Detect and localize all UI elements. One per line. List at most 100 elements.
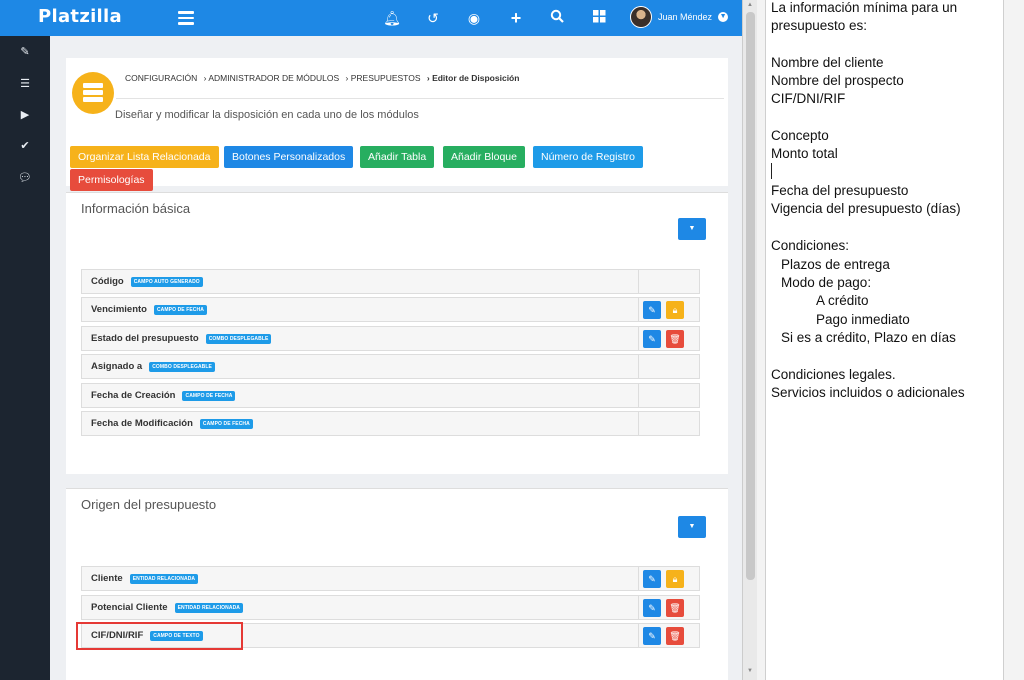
edit-icon[interactable]: ✎: [17, 44, 33, 60]
block-options-dropdown[interactable]: ▼: [678, 516, 706, 538]
field-row[interactable]: Asignado a COMBO DESPLEGABLE: [81, 354, 700, 379]
field-label: Vencimiento: [91, 304, 147, 315]
custom-buttons-button[interactable]: Botones Personalizados: [224, 146, 354, 168]
lock-icon[interactable]: 🔒︎: [666, 570, 684, 588]
breadcrumb-config[interactable]: CONFIGURACIÓN: [125, 73, 197, 83]
app-window: Platzilla 🔔︎ ↺ ◉ + Juan Méndez ▼ ✎ ☰ ▶ ✔…: [0, 0, 742, 680]
module-logo-icon: [72, 72, 114, 114]
note-line: Servicios incluidos o adicionales: [771, 385, 965, 400]
note-line: Si es a crédito, Plazo en días: [781, 330, 956, 345]
chat-icon[interactable]: 💬︎: [17, 170, 33, 186]
play-icon[interactable]: ▶: [17, 107, 33, 123]
divider: [116, 98, 724, 99]
lock-icon[interactable]: 🔒︎: [666, 301, 684, 319]
window-splitter[interactable]: [757, 0, 766, 680]
scrollbar[interactable]: ▲ ▼: [742, 0, 757, 680]
field-type-badge: CAMPO DE FECHA: [182, 390, 236, 401]
field-label: Estado del presupuesto: [91, 333, 199, 344]
field-label: Fecha de Modificación: [91, 418, 193, 429]
field-label: Asignado a: [91, 361, 143, 372]
note-line: CIF/DNI/RIF: [771, 91, 846, 106]
list-icon[interactable]: ☰: [17, 76, 33, 92]
page-description: Diseñar y modificar la disposición en ca…: [115, 109, 419, 121]
edit-field-icon[interactable]: ✎: [643, 570, 661, 588]
trash-icon[interactable]: 🗑︎: [666, 627, 684, 645]
field-type-badge: CAMPO DE FECHA: [199, 418, 253, 429]
note-line: Nombre del cliente: [771, 55, 884, 70]
menu-toggle-icon[interactable]: [178, 11, 194, 25]
breadcrumb: CONFIGURACIÓN › ADMINISTRADOR DE MÓDULOS…: [125, 73, 523, 83]
eye-icon[interactable]: ◉: [465, 9, 483, 27]
field-label: Código: [91, 276, 124, 287]
field-row[interactable]: Fecha de Creación CAMPO DE FECHA: [81, 383, 700, 408]
sidebar: ✎ ☰ ▶ ✔ 💬︎: [0, 36, 50, 680]
field-row[interactable]: Código CAMPO AUTO GENERADO: [81, 269, 700, 294]
note-line: Monto total: [771, 146, 838, 161]
field-type-badge: COMBO DESPLEGABLE: [205, 333, 272, 344]
window-background: [1004, 0, 1024, 680]
notes-editor[interactable]: La información mínima para un presupuest…: [766, 0, 1004, 680]
add-table-button[interactable]: Añadir Tabla: [360, 146, 435, 168]
history-icon[interactable]: ↺: [424, 9, 442, 27]
field-row[interactable]: Potencial Cliente ENTIDAD RELACIONADA ✎ …: [81, 595, 700, 620]
field-row[interactable]: Vencimiento CAMPO DE FECHA ✎ 🔒︎: [81, 297, 700, 322]
field-type-badge: CAMPO AUTO GENERADO: [130, 276, 203, 287]
divider: [638, 567, 639, 590]
organize-related-list-button[interactable]: Organizar Lista Relacionada: [70, 146, 219, 168]
grid-icon[interactable]: [590, 9, 608, 27]
text-cursor: [771, 163, 772, 179]
bell-icon[interactable]: 🔔︎: [383, 9, 401, 27]
field-type-badge: CAMPO DE FECHA: [153, 304, 207, 315]
note-line: Modo de pago:: [781, 275, 872, 290]
field-type-badge: COMBO DESPLEGABLE: [149, 361, 215, 372]
note-line: Condiciones legales.: [771, 367, 896, 382]
breadcrumb-current: › Editor de Disposición: [426, 73, 520, 83]
note-line: Concepto: [771, 128, 829, 143]
scroll-up-icon[interactable]: ▲: [747, 2, 753, 8]
note-line: Pago inmediato: [816, 312, 910, 327]
trash-icon[interactable]: 🗑︎: [666, 599, 684, 617]
edit-field-icon[interactable]: ✎: [643, 301, 661, 319]
breadcrumb-presupuestos[interactable]: › PRESUPUESTOS: [346, 73, 421, 83]
divider: [638, 384, 639, 407]
field-row[interactable]: Estado del presupuesto COMBO DESPLEGABLE…: [81, 326, 700, 351]
divider: [638, 355, 639, 378]
chevron-down-icon: ▼: [718, 12, 729, 22]
user-name: Juan Méndez: [658, 12, 713, 22]
record-number-button[interactable]: Número de Registro: [533, 146, 643, 168]
plus-icon[interactable]: +: [507, 9, 525, 27]
field-type-badge: ENTIDAD RELACIONADA: [174, 602, 244, 613]
check-icon[interactable]: ✔: [17, 138, 33, 154]
note-line: Plazos de entrega: [781, 257, 890, 272]
divider: [638, 298, 639, 321]
divider: [638, 624, 639, 647]
note-line: Fecha del presupuesto: [771, 183, 909, 198]
note-line: Nombre del prospecto: [771, 73, 904, 88]
block-title: Origen del presupuesto: [81, 497, 217, 512]
edit-field-icon[interactable]: ✎: [643, 330, 661, 348]
note-line: Condiciones:: [771, 238, 850, 253]
divider: [638, 412, 639, 435]
edit-field-icon[interactable]: ✎: [643, 599, 661, 617]
scroll-down-icon[interactable]: ▼: [747, 668, 753, 674]
add-block-button[interactable]: Añadir Bloque: [443, 146, 525, 168]
field-row[interactable]: Fecha de Modificación CAMPO DE FECHA: [81, 411, 700, 436]
scrollbar-thumb[interactable]: [746, 12, 755, 580]
note-line: presupuesto es:: [771, 18, 868, 33]
field-type-badge: ENTIDAD RELACIONADA: [129, 573, 199, 584]
field-row[interactable]: Cliente ENTIDAD RELACIONADA ✎ 🔒︎: [81, 566, 700, 591]
divider: [638, 270, 639, 293]
user-menu[interactable]: Juan Méndez ▼: [630, 6, 729, 28]
brand-logo-text[interactable]: Platzilla: [38, 6, 122, 27]
note-line: Vigencia del presupuesto (días): [771, 201, 961, 216]
trash-icon[interactable]: 🗑︎: [666, 330, 684, 348]
highlight-box: [76, 622, 243, 650]
divider: [638, 327, 639, 350]
permissions-button[interactable]: Permisologías: [70, 169, 153, 191]
block-title: Información básica: [81, 201, 191, 216]
note-line: A crédito: [816, 293, 869, 308]
edit-field-icon[interactable]: ✎: [643, 627, 661, 645]
breadcrumb-module-admin[interactable]: › ADMINISTRADOR DE MÓDULOS: [204, 73, 340, 83]
search-icon[interactable]: [548, 9, 566, 27]
block-options-dropdown[interactable]: ▼: [678, 218, 706, 240]
